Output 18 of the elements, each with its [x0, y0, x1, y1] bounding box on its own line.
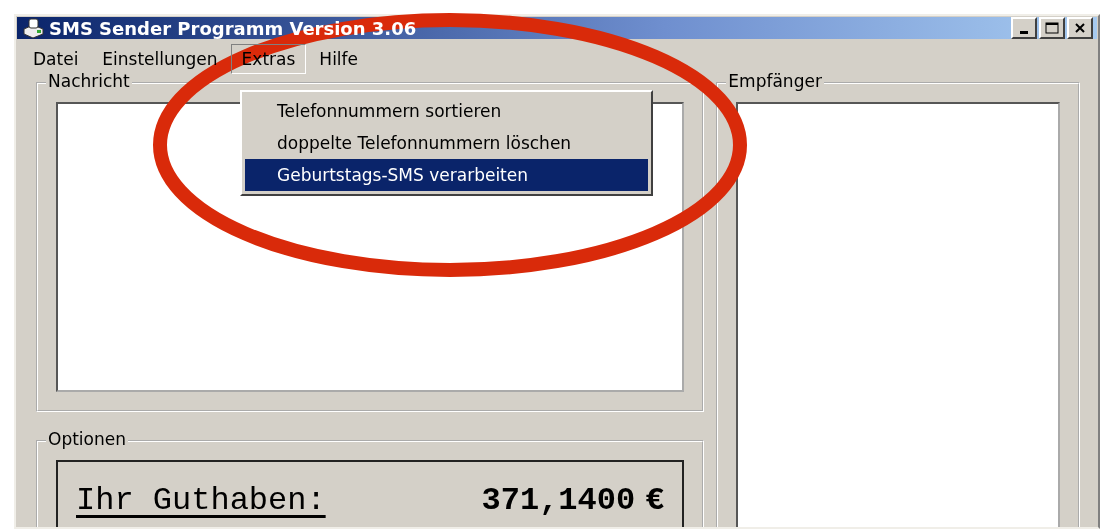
balance-label: Ihr Guthaben: [76, 482, 327, 519]
maximize-icon [1045, 22, 1059, 34]
currency-symbol: € [645, 482, 665, 519]
menu-entry[interactable]: Telefonnummern sortieren [245, 95, 648, 127]
minimize-icon [1020, 30, 1028, 34]
close-button[interactable] [1067, 17, 1093, 39]
balance-value: 371,1400 [481, 482, 636, 519]
menu-entry[interactable]: doppelte Telefonnummern löschen [245, 127, 648, 159]
menu-item[interactable]: Datei [22, 44, 90, 74]
menu-entry[interactable]: Geburtstags-SMS verarbeiten [245, 159, 648, 191]
maximize-button[interactable] [1039, 17, 1065, 39]
group-label: Empfänger [726, 71, 824, 91]
group-label: Optionen [46, 429, 128, 449]
minimize-button[interactable] [1011, 17, 1037, 39]
menu-item[interactable]: Hilfe [308, 44, 370, 74]
menu-item[interactable]: Einstellungen [91, 44, 229, 74]
close-icon [1074, 22, 1086, 34]
app-icon [21, 17, 45, 39]
